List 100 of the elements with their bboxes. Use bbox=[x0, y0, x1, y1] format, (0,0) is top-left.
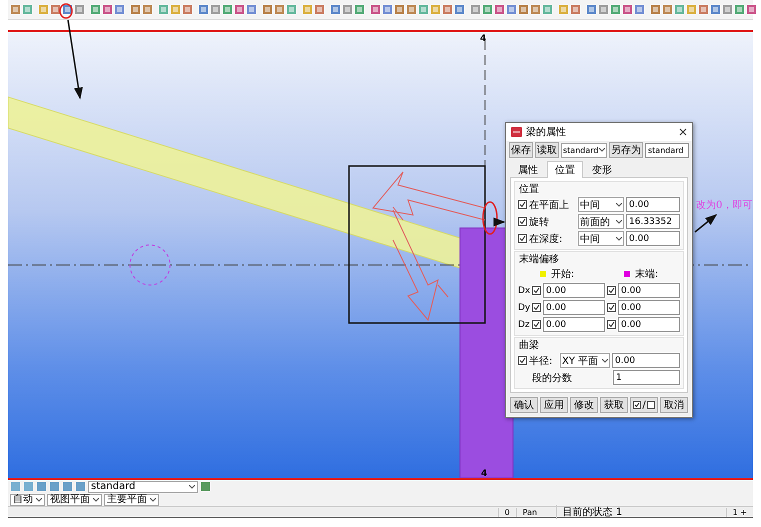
toolbar-icon[interactable] bbox=[200, 481, 211, 492]
view-select[interactable]: 视图平面 bbox=[47, 494, 102, 506]
toolbar-icon[interactable] bbox=[382, 4, 393, 15]
toolbar-icon[interactable] bbox=[662, 4, 673, 15]
checkbox[interactable] bbox=[607, 320, 616, 329]
toolbar-icon[interactable] bbox=[50, 4, 61, 15]
dialog-button[interactable]: 应用 bbox=[540, 397, 568, 413]
toolbar-icon[interactable] bbox=[674, 4, 685, 15]
tab[interactable]: 变形 bbox=[584, 161, 620, 178]
toolbar-icon[interactable] bbox=[234, 4, 245, 15]
checkbox[interactable] bbox=[518, 234, 527, 243]
dialog-button[interactable]: 获取 bbox=[600, 397, 628, 413]
toolbar-icon[interactable] bbox=[314, 4, 325, 15]
toolbar-icon[interactable] bbox=[262, 4, 273, 15]
plane-select[interactable]: XY 平面 bbox=[560, 353, 610, 368]
toolbar-icon[interactable] bbox=[518, 4, 529, 15]
checkbox[interactable] bbox=[607, 286, 616, 295]
tab[interactable]: 属性 bbox=[510, 161, 546, 178]
toolbar-icon[interactable] bbox=[354, 4, 365, 15]
toolbar-icon[interactable] bbox=[246, 4, 257, 15]
toolbar-icon[interactable] bbox=[142, 4, 153, 15]
option-select[interactable]: 中间 bbox=[578, 231, 624, 246]
toolbar-icon[interactable] bbox=[49, 481, 60, 492]
view-select[interactable]: 主要平面 bbox=[104, 494, 159, 506]
save-as-field[interactable]: standard bbox=[645, 142, 689, 158]
toolbar-icon[interactable] bbox=[734, 4, 745, 15]
toolbar-icon[interactable] bbox=[130, 4, 141, 15]
toolbar-icon[interactable] bbox=[198, 4, 209, 15]
checkbox[interactable] bbox=[532, 303, 541, 312]
value-field[interactable]: 16.33352 bbox=[626, 214, 680, 229]
toolbar-icon[interactable] bbox=[530, 4, 541, 15]
toolbar-icon[interactable] bbox=[506, 4, 517, 15]
value-field[interactable]: 0.00 bbox=[618, 317, 680, 332]
value-field[interactable]: 0.00 bbox=[543, 317, 605, 332]
checkbox[interactable] bbox=[518, 356, 527, 365]
toolbar-icon[interactable] bbox=[286, 4, 297, 15]
toolbar-icon[interactable] bbox=[598, 4, 609, 15]
toolbar-icon[interactable] bbox=[210, 4, 221, 15]
checkbox[interactable] bbox=[532, 286, 541, 295]
toolbar-icon[interactable] bbox=[370, 4, 381, 15]
checkbox[interactable] bbox=[607, 303, 616, 312]
toolbar-icon[interactable] bbox=[406, 4, 417, 15]
toolbar-icon[interactable] bbox=[482, 4, 493, 15]
value-field[interactable]: 0.00 bbox=[626, 231, 680, 246]
toolbar-icon[interactable] bbox=[22, 4, 33, 15]
save-as-button[interactable]: 另存为 bbox=[609, 142, 643, 158]
toolbar-icon[interactable] bbox=[470, 4, 481, 15]
toolbar-icon[interactable] bbox=[102, 4, 113, 15]
toolbar-icon[interactable] bbox=[442, 4, 453, 15]
toolbar-icon[interactable] bbox=[454, 4, 465, 15]
dialog-button[interactable]: 修改 bbox=[570, 397, 598, 413]
toolbar-icon[interactable] bbox=[74, 4, 85, 15]
checkbox[interactable] bbox=[518, 200, 527, 209]
close-icon[interactable] bbox=[679, 128, 687, 136]
toolbar-icon[interactable] bbox=[722, 4, 733, 15]
toolbar-icon[interactable] bbox=[622, 4, 633, 15]
value-field[interactable]: 0.00 bbox=[612, 353, 680, 368]
toolbar-icon[interactable] bbox=[586, 4, 597, 15]
toolbar-icon[interactable] bbox=[710, 4, 721, 15]
toolbar-icon[interactable] bbox=[394, 4, 405, 15]
toolbar-icon[interactable] bbox=[10, 481, 21, 492]
toolbar-icon[interactable] bbox=[610, 4, 621, 15]
value-field[interactable]: 0.00 bbox=[543, 300, 605, 315]
save-button[interactable]: 保存 bbox=[509, 142, 533, 158]
load-button[interactable]: 读取 bbox=[535, 142, 559, 158]
option-select[interactable]: 中间 bbox=[578, 197, 624, 212]
toolbar-icon[interactable] bbox=[23, 481, 34, 492]
toolbar-icon[interactable] bbox=[222, 4, 233, 15]
dialog-button[interactable]: 确认 bbox=[510, 397, 538, 413]
view-select[interactable]: 自动 bbox=[10, 494, 45, 506]
toolbar-icon[interactable] bbox=[698, 4, 709, 15]
dialog-button[interactable]: 取消 bbox=[660, 397, 688, 413]
toolbar-icon[interactable] bbox=[36, 481, 47, 492]
value-field[interactable]: 0.00 bbox=[626, 197, 680, 212]
toolbar-icon[interactable] bbox=[342, 4, 353, 15]
preset-select[interactable]: standard bbox=[88, 480, 198, 492]
checkbox[interactable] bbox=[532, 320, 541, 329]
toggle-all-button[interactable]: / bbox=[630, 397, 658, 413]
checkbox[interactable] bbox=[518, 217, 527, 226]
toolbar-icon[interactable] bbox=[10, 4, 21, 15]
value-field[interactable]: 0.00 bbox=[618, 300, 680, 315]
toolbar-icon[interactable] bbox=[62, 481, 73, 492]
value-field[interactable]: 0.00 bbox=[543, 283, 605, 298]
toolbar-icon[interactable] bbox=[182, 4, 193, 15]
value-field[interactable]: 0.00 bbox=[618, 283, 680, 298]
toolbar-icon[interactable] bbox=[634, 4, 645, 15]
toolbar-icon[interactable] bbox=[75, 481, 86, 492]
toolbar-icon[interactable] bbox=[494, 4, 505, 15]
toolbar-icon[interactable] bbox=[90, 4, 101, 15]
toolbar-icon[interactable] bbox=[542, 4, 553, 15]
preset-select[interactable]: standard bbox=[561, 142, 607, 158]
toolbar-icon[interactable] bbox=[746, 4, 757, 15]
value-field[interactable]: 1 bbox=[613, 370, 680, 385]
toolbar-icon[interactable] bbox=[330, 4, 341, 15]
option-select[interactable]: 前面的 bbox=[578, 214, 624, 229]
toolbar-icon[interactable] bbox=[114, 4, 125, 15]
toolbar-icon[interactable] bbox=[158, 4, 169, 15]
toolbar-icon[interactable] bbox=[650, 4, 661, 15]
toolbar-icon[interactable] bbox=[570, 4, 581, 15]
toolbar-icon[interactable] bbox=[274, 4, 285, 15]
